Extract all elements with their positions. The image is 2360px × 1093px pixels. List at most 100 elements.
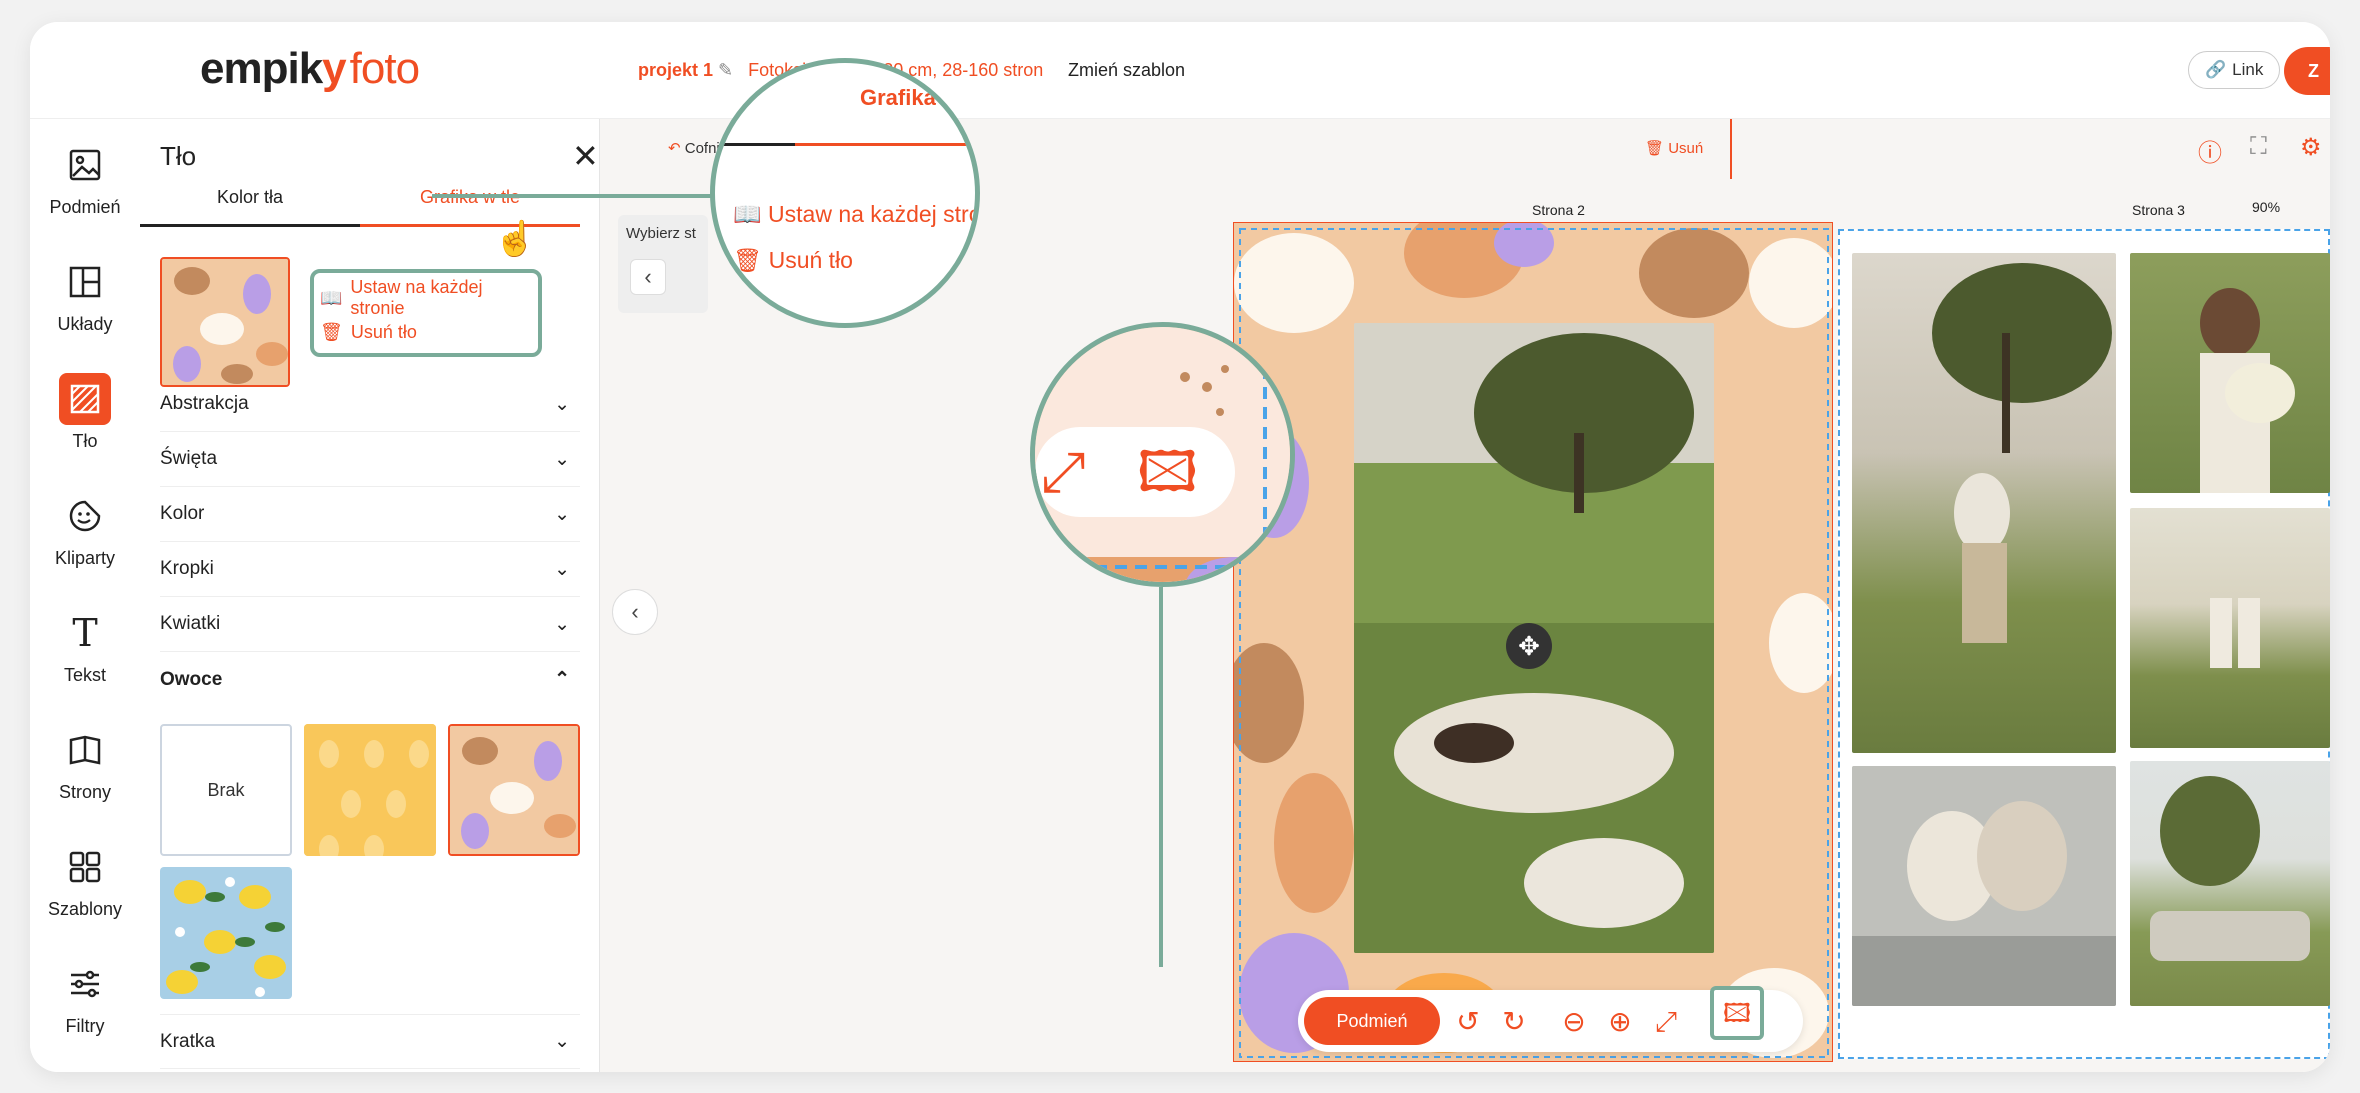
category-flowers[interactable]: Kwiatki ⌄	[160, 597, 580, 652]
photo-actions-bar: Podmień ↺ ↻ ⊖ ⊕ ⤢ 🖾	[1298, 986, 1803, 1052]
category-label: Kratka	[160, 1030, 215, 1052]
remove-label: Usuń	[1668, 140, 1704, 157]
pages-icon	[59, 724, 111, 776]
page-3-label: Strona 3	[2132, 202, 2185, 218]
logo-text: empik	[200, 44, 323, 93]
close-icon[interactable]: ✕	[572, 137, 599, 175]
background-actions-box: 📖 Ustaw na każdej stronie 🗑 Usuń tło	[310, 269, 542, 357]
chevron-up-icon: ⌃	[554, 669, 570, 690]
category-grid[interactable]: Kratka ⌄	[160, 1014, 580, 1069]
page-3-spread[interactable]	[1838, 229, 2330, 1059]
rail-item-background[interactable]: Tło	[30, 373, 140, 452]
rail-label: Układy	[57, 314, 113, 334]
filters-icon	[59, 958, 111, 1010]
rotate-right-icon[interactable]: ↻	[1496, 1004, 1532, 1040]
fullscreen-icon[interactable]: ⛶	[2250, 133, 2267, 161]
set-on-every-page-button[interactable]: 📖 Ustaw na każdej stronie	[320, 277, 532, 318]
action-label: Ustaw na każdej stronie	[350, 277, 483, 318]
chevron-down-icon: ⌄	[554, 448, 570, 470]
background-panel: Tło ✕ Kolor tła Grafika w tle ☝ 📖 Ustaw …	[140, 119, 708, 1072]
save-button[interactable]: Z	[2284, 47, 2330, 95]
tab-background-color[interactable]: Kolor tła	[140, 187, 360, 227]
swatch-none[interactable]: Brak	[160, 724, 292, 856]
zoom-out-icon[interactable]: ⊖	[1556, 1004, 1592, 1040]
rail-label: Kliparty	[54, 548, 116, 568]
project-name[interactable]: projekt 1	[638, 60, 713, 80]
rail-item-replace[interactable]: Podmień	[30, 139, 140, 218]
page-2-spread[interactable]: ✥	[1233, 222, 1833, 1062]
rail-label: Podmień	[49, 197, 121, 217]
rail-item-templates[interactable]: Szablony	[30, 841, 140, 920]
category-label: Kropki	[160, 558, 214, 579]
rail-item-text[interactable]: T Tekst	[30, 607, 140, 686]
link-button[interactable]: 🔗 Link	[2188, 51, 2281, 89]
fit-image-large-icon: ⤢	[1041, 440, 1086, 503]
page-2-label: Strona 2	[1532, 202, 1585, 218]
tab-background-graphic[interactable]: Grafika w tle	[360, 187, 580, 227]
chevron-down-icon: ⌄	[554, 613, 570, 635]
magnifier-connector-vertical	[1159, 587, 1163, 967]
help-icon[interactable]: ⓘ	[2198, 133, 2222, 168]
swatch-label: Brak	[207, 779, 245, 800]
left-rail: Podmień Układy Tło Kliparty T Tekst Stro…	[30, 119, 140, 1072]
rail-label: Filtry	[65, 1016, 105, 1036]
prev-page-small-button[interactable]: ‹	[630, 259, 666, 295]
magnifier-action-label: Ustaw na każdej stronie	[768, 201, 975, 227]
photo-couple-walk[interactable]	[2130, 508, 2330, 748]
zoom-level[interactable]: 90%	[2252, 199, 2280, 215]
chevron-down-icon: ⌄	[554, 393, 570, 415]
toolbar-divider	[1730, 119, 1732, 179]
category-abstraction[interactable]: Abstrakcja ⌄	[160, 377, 580, 432]
book-icon: 📖	[320, 287, 343, 308]
logo-mark: y	[322, 44, 347, 93]
category-dots[interactable]: Kropki ⌄	[160, 542, 580, 597]
photo-couple-vintage-car[interactable]	[2130, 761, 2330, 1006]
photo-couple-car[interactable]	[1852, 766, 2116, 1006]
chevron-down-icon: ⌄	[554, 558, 570, 580]
trash-icon: 🗑	[320, 321, 343, 342]
magnifier-tab-underline	[715, 143, 795, 146]
magnifier-tab-underline-active	[795, 143, 975, 146]
remove-image-large-icon: 🖾	[1137, 440, 1198, 503]
settings-icon[interactable]: ⚙	[2300, 133, 2322, 162]
category-label: Kolor	[160, 503, 205, 524]
prev-page-button[interactable]: ‹	[612, 589, 658, 635]
rail-item-cliparts[interactable]: Kliparty	[30, 490, 140, 569]
magnifier-action-remove: 🗑 Usuń tło	[733, 247, 853, 274]
remove-background-button[interactable]: 🗑 Usuń tło	[320, 315, 532, 349]
layout-icon	[59, 256, 111, 308]
rotate-left-icon[interactable]: ↺	[1450, 1004, 1486, 1040]
change-template-link[interactable]: Zmień szablon	[1068, 60, 1185, 81]
logo-foto: foto	[349, 44, 420, 93]
rail-label: Szablony	[47, 899, 123, 919]
category-holidays[interactable]: Święta ⌄	[160, 432, 580, 487]
edit-icon[interactable]: ✎	[718, 60, 733, 80]
logo[interactable]: empikyfoto	[200, 44, 420, 94]
book-icon: 📖	[733, 201, 762, 227]
image-icon	[59, 139, 111, 191]
category-label: Abstrakcja	[160, 393, 249, 414]
rail-item-layouts[interactable]: Układy	[30, 256, 140, 335]
category-color[interactable]: Kolor ⌄	[160, 487, 580, 542]
photo-woman-flowers[interactable]	[2130, 253, 2330, 493]
remove-image-highlight[interactable]: 🖾	[1710, 986, 1764, 1040]
sticker-icon	[59, 490, 111, 542]
rail-item-filters[interactable]: Filtry	[30, 958, 140, 1037]
toolbar-remove-button[interactable]: 🗑 Usuń	[1645, 139, 1703, 157]
swatch-lemons[interactable]	[160, 867, 292, 999]
magnifier-bottom: ⤢ 🖾	[1030, 322, 1295, 587]
category-fruits[interactable]: Owoce ⌃	[160, 652, 580, 707]
rail-item-pages[interactable]: Strony	[30, 724, 140, 803]
move-icon[interactable]: ✥	[1506, 623, 1552, 669]
choose-page-box: Wybierz st ‹	[618, 215, 708, 313]
replace-photo-button[interactable]: Podmień	[1304, 997, 1440, 1045]
zoom-in-icon[interactable]: ⊕	[1602, 1004, 1638, 1040]
selected-background-thumb[interactable]	[160, 257, 290, 387]
magnifier-title: Grafika w	[860, 85, 960, 110]
swatch-pears-selected[interactable]	[448, 724, 580, 856]
templates-icon	[59, 841, 111, 893]
photo-couple-hug[interactable]	[1852, 253, 2116, 753]
link-icon: 🔗	[2205, 60, 2227, 79]
swatch-pineapple[interactable]	[304, 724, 436, 856]
fit-image-icon[interactable]: ⤢	[1648, 1004, 1684, 1040]
